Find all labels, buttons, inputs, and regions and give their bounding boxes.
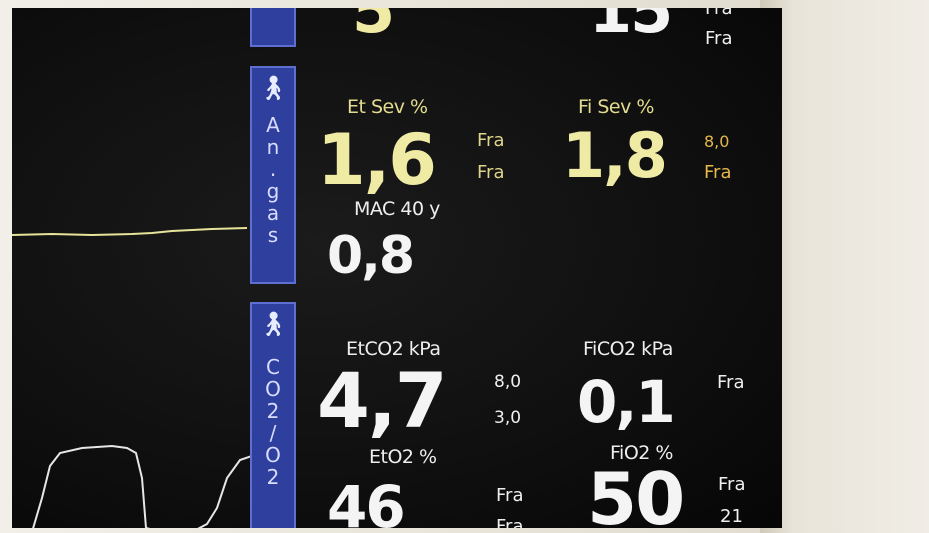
agent-waveform — [12, 227, 248, 237]
fi-sev-limit-low: Fra — [704, 162, 732, 183]
top-value-right: 15 — [589, 8, 673, 47]
tab-letter: s — [267, 223, 279, 247]
fico2-limit-high: Fra — [717, 372, 745, 393]
top-value-left: 5 — [352, 8, 395, 47]
tab-an-gas[interactable]: 🚶︎ A n . g a s — [250, 66, 296, 284]
tab-letter: C — [266, 355, 280, 379]
etco2-limit-low: 3,0 — [494, 408, 522, 428]
tab-letter: A — [266, 113, 280, 137]
person-icon: 🚶︎ — [257, 311, 289, 338]
mac-label: MAC 40 y — [354, 198, 440, 220]
eto2-label: EtO2 % — [369, 446, 437, 468]
tab-an-gas-letters: A n . g a s — [252, 114, 294, 246]
fio2-value: 50 — [587, 457, 685, 528]
etco2-limit-high: 8,0 — [494, 372, 522, 392]
et-sev-limit-high: Fra — [477, 130, 505, 151]
fico2-label: FiCO2 kPa — [583, 338, 673, 360]
tab-top-section[interactable] — [250, 8, 296, 47]
fi-sev-value: 1,8 — [562, 119, 668, 192]
fi-sev-limit-high: 8,0 — [704, 132, 730, 151]
tab-letter: 2 — [266, 465, 280, 489]
waveform-area — [12, 227, 252, 528]
eto2-limit-low: Fra — [496, 516, 524, 528]
tab-co2-o2[interactable]: 🚶︎ C O 2 / O 2 — [250, 302, 296, 528]
monitor-screen: 🚶︎ A n . g a s 🚶︎ C O 2 / O 2 5 15 Fra F… — [12, 8, 782, 528]
tab-letter: 2 — [266, 399, 280, 423]
tab-co2-o2-letters: C O 2 / O 2 — [252, 356, 294, 488]
tab-letter: . — [269, 157, 277, 181]
et-sev-limit-low: Fra — [477, 162, 505, 183]
mac-value: 0,8 — [327, 226, 415, 286]
top-unit-low: Fra — [705, 28, 733, 49]
eto2-value: 46 — [327, 473, 406, 528]
etco2-value: 4,7 — [317, 356, 448, 445]
fi-sev-label: Fi Sev % — [578, 96, 654, 118]
tab-letter: / — [269, 421, 277, 445]
et-sev-value: 1,6 — [317, 119, 437, 201]
fio2-limit-high: Fra — [718, 474, 746, 495]
tab-letter: O — [265, 377, 281, 401]
eto2-limit-high: Fra — [496, 485, 524, 506]
tab-letter: a — [266, 201, 280, 225]
tab-letter: g — [266, 179, 280, 203]
fio2-limit-low: 21 — [720, 506, 743, 527]
tab-letter: n — [266, 135, 280, 159]
co2-waveform — [32, 444, 252, 528]
tab-letter: O — [265, 443, 281, 467]
person-icon: 🚶︎ — [257, 75, 289, 102]
fico2-value: 0,1 — [577, 368, 676, 436]
et-sev-label: Et Sev % — [347, 96, 428, 118]
top-unit-high: Fra — [705, 8, 733, 19]
monitor-bezel — [760, 0, 929, 533]
